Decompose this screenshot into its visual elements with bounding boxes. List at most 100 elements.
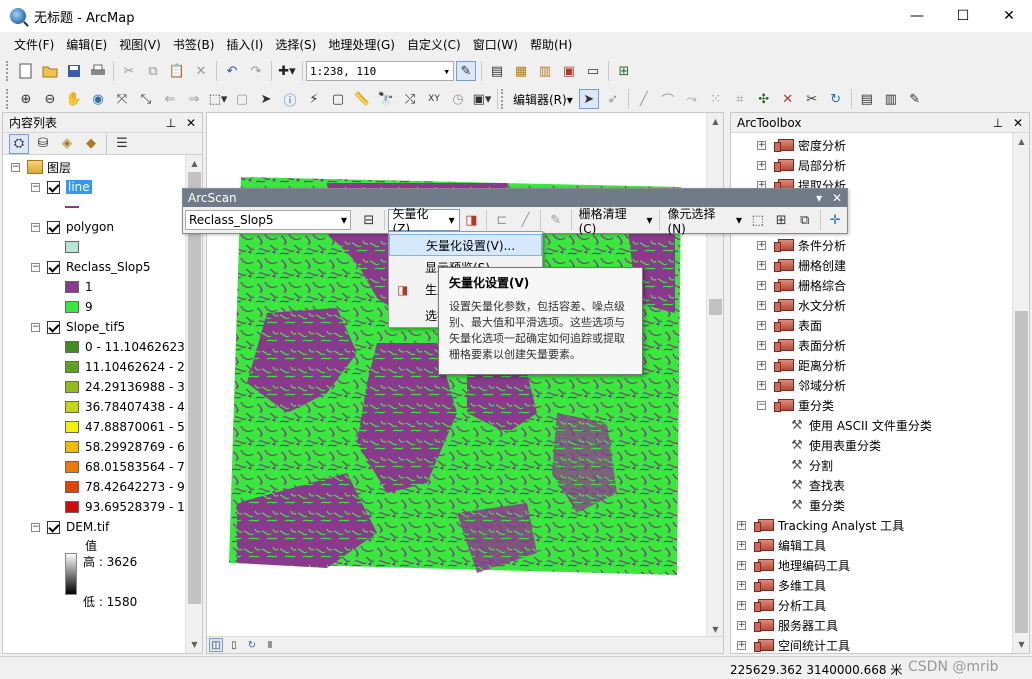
- create-viewer-icon[interactable]: ▣▾: [472, 89, 492, 109]
- collapse-icon[interactable]: −: [31, 222, 40, 232]
- cell-select-options-icon[interactable]: ⧉: [795, 210, 815, 230]
- legend-class-row[interactable]: 9: [65, 297, 93, 317]
- chevron-down-icon[interactable]: ▾: [816, 191, 822, 205]
- fixed-zoom-in-icon[interactable]: ⤧: [112, 89, 132, 109]
- layer-visibility-checkbox[interactable]: [47, 320, 60, 334]
- minimize-button[interactable]: —: [894, 0, 940, 32]
- scroll-up-icon[interactable]: ▲: [186, 155, 202, 172]
- polygon-symbol[interactable]: [65, 237, 85, 257]
- expand-icon[interactable]: +: [737, 540, 746, 550]
- legend-class-row[interactable]: 1: [65, 277, 93, 297]
- expand-icon[interactable]: +: [737, 580, 746, 590]
- list-by-visibility-icon[interactable]: ◈: [57, 134, 77, 154]
- sketch-properties-icon[interactable]: ▥: [881, 89, 901, 109]
- layer-visibility-checkbox[interactable]: [47, 260, 60, 274]
- clear-selection-icon[interactable]: ▢: [232, 89, 252, 109]
- catalog-icon[interactable]: ▦: [511, 61, 531, 81]
- endpoint-arc-icon[interactable]: ⌒: [658, 89, 678, 109]
- collapse-icon[interactable]: −: [31, 322, 40, 332]
- edit-tool-icon[interactable]: ➤: [578, 89, 599, 109]
- toolset-row[interactable]: + 条件分析: [757, 235, 846, 255]
- arcscan-toolbar[interactable]: ArcScan ▾ ✕ Reclass_Slop5 ▾ ⊟ 矢量化(Z) ▾ ◨…: [182, 188, 848, 236]
- add-data-icon[interactable]: ✚▾: [277, 61, 297, 81]
- select-connected-cells-icon[interactable]: ⬚: [748, 210, 768, 230]
- back-extent-icon[interactable]: ⇐: [160, 89, 180, 109]
- shapes-recognition-icon[interactable]: ╱: [516, 210, 536, 230]
- layer-name[interactable]: line: [66, 180, 92, 194]
- hyperlink-icon[interactable]: ⚡: [304, 89, 324, 109]
- toolbox-tool-row[interactable]: ⚒ 使用表重分类: [789, 435, 881, 455]
- menu-view[interactable]: 视图(V): [113, 34, 167, 55]
- expand-icon[interactable]: +: [757, 280, 766, 290]
- layer-name[interactable]: Reclass_Slop5: [66, 260, 151, 274]
- toolset-row[interactable]: + 服务器工具: [737, 615, 838, 635]
- edit-annotation-icon[interactable]: ➶: [603, 89, 623, 109]
- expand-icon[interactable]: +: [757, 140, 766, 150]
- refresh-icon[interactable]: ↻: [245, 638, 259, 652]
- toolset-row[interactable]: + 表面: [757, 315, 822, 335]
- raster-painting-icon[interactable]: ✎: [546, 210, 566, 230]
- print-icon[interactable]: [88, 61, 108, 81]
- pin-icon[interactable]: ⊥: [166, 116, 176, 130]
- menu-geoprocessing[interactable]: 地理处理(G): [322, 34, 401, 55]
- expand-icon[interactable]: +: [757, 320, 766, 330]
- scroll-up-icon[interactable]: ▲: [707, 113, 723, 130]
- menu-file[interactable]: 文件(F): [8, 34, 60, 55]
- arctoolbox-icon[interactable]: ▣: [559, 61, 579, 81]
- close-panel-icon[interactable]: ✕: [186, 116, 196, 130]
- toc-layer-row[interactable]: − Reclass_Slop5: [31, 257, 151, 277]
- legend-class-row[interactable]: 0 - 11.10462623: [65, 337, 185, 357]
- expand-icon[interactable]: +: [737, 560, 746, 570]
- toolset-row[interactable]: + 地理编码工具: [737, 555, 850, 575]
- toolset-row[interactable]: + 密度分析: [757, 135, 846, 155]
- toolset-row[interactable]: + 分析工具: [737, 595, 826, 615]
- time-slider-icon[interactable]: ◷: [448, 89, 468, 109]
- expand-icon[interactable]: +: [737, 600, 746, 610]
- delete-icon[interactable]: ✕: [191, 61, 211, 81]
- attributes-icon[interactable]: ▤: [857, 89, 877, 109]
- layer-visibility-checkbox[interactable]: [47, 520, 60, 534]
- trace-between-points-icon[interactable]: ⊏: [492, 210, 512, 230]
- expand-icon[interactable]: +: [757, 360, 766, 370]
- forward-extent-icon[interactable]: ⇒: [184, 89, 204, 109]
- new-document-icon[interactable]: [16, 61, 36, 81]
- legend-class-row[interactable]: 78.42642273 - 93.: [65, 477, 196, 497]
- toc-layer-row[interactable]: − DEM.tif: [31, 517, 109, 537]
- scroll-up-icon[interactable]: ▲: [1013, 133, 1030, 150]
- line-symbol[interactable]: [65, 197, 79, 217]
- scroll-down-icon[interactable]: ▼: [186, 636, 202, 653]
- scroll-thumb[interactable]: [709, 299, 722, 315]
- toolset-row[interactable]: + 距离分析: [757, 355, 846, 375]
- select-elements-icon[interactable]: ➤: [256, 89, 276, 109]
- raster-cleanup-menu-button[interactable]: 栅格清理(C) ▾: [575, 207, 657, 236]
- undo-icon[interactable]: ↶: [222, 61, 242, 81]
- table-of-contents-icon[interactable]: ▤: [487, 61, 507, 81]
- point-icon[interactable]: ⁙: [706, 89, 726, 109]
- reshape-icon[interactable]: ✣: [754, 89, 774, 109]
- python-window-icon[interactable]: ▭: [583, 61, 603, 81]
- open-folder-icon[interactable]: [40, 61, 60, 81]
- find-connected-cells-icon[interactable]: ⊞: [771, 210, 791, 230]
- toolset-row[interactable]: + 空间统计工具: [737, 635, 850, 653]
- expand-icon[interactable]: +: [757, 160, 766, 170]
- expand-icon[interactable]: +: [757, 380, 766, 390]
- collapse-icon[interactable]: −: [31, 522, 40, 532]
- expand-icon[interactable]: +: [737, 520, 746, 530]
- pin-icon[interactable]: ⊥: [993, 116, 1003, 130]
- copy-icon[interactable]: ⧉: [143, 61, 163, 81]
- layer-name[interactable]: Slope_tif5: [66, 320, 125, 334]
- toc-layer-row[interactable]: − Slope_tif5: [31, 317, 125, 337]
- list-by-selection-icon[interactable]: ◆: [81, 134, 101, 154]
- go-to-xy-icon[interactable]: XY: [424, 89, 444, 109]
- scroll-down-icon[interactable]: ▼: [1013, 636, 1030, 653]
- legend-class-row[interactable]: 11.10462624 - 24.: [65, 357, 196, 377]
- redo-icon[interactable]: ↷: [246, 61, 266, 81]
- toolset-row[interactable]: + 多维工具: [737, 575, 826, 595]
- toolset-row[interactable]: + 编辑工具: [737, 535, 826, 555]
- cell-selection-menu-button[interactable]: 像元选择(N) ▾: [663, 207, 746, 236]
- layer-visibility-checkbox[interactable]: [47, 180, 60, 194]
- toolbox-tool-row[interactable]: ⚒ 重分类: [789, 495, 845, 515]
- data-view-icon[interactable]: ◫: [209, 638, 223, 652]
- layout-view-icon[interactable]: ▯: [227, 638, 241, 652]
- toolset-row[interactable]: + 水文分析: [757, 295, 846, 315]
